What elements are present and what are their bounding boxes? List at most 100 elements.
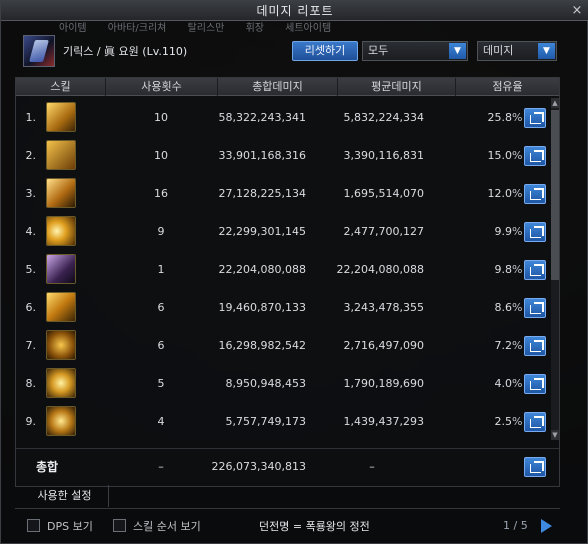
share-icon[interactable]: [524, 412, 546, 432]
col-share[interactable]: 점유율: [456, 78, 559, 96]
dps-checkbox[interactable]: [27, 519, 40, 532]
total-damage: 22,299,301,145: [218, 225, 306, 238]
percent-sign: %: [512, 187, 523, 200]
table-row: 6. 6 19,460,870,133 3,243,478,355 8.6%: [16, 289, 549, 327]
table-row: 9. 4 5,757,749,173 1,439,437,293 2.5%: [16, 403, 549, 441]
percent-sign: %: [512, 339, 523, 352]
total-average: –: [369, 460, 375, 473]
damage-report-window: 데미지 리포트 × 아이템 아바타/크리쳐 탈리스만 휘장 세트아이템 기릭스 …: [0, 0, 588, 544]
filter-select[interactable]: 모두 ▼: [362, 41, 468, 61]
scrollbar[interactable]: ▲ ▼: [551, 98, 559, 440]
share-percent: 15.0: [487, 149, 513, 162]
percent-sign: %: [512, 263, 523, 276]
ghost-tab: 아이템: [59, 23, 87, 34]
average-damage: 2,716,497,090: [343, 339, 424, 352]
use-count: 1: [157, 263, 165, 276]
row-index: 7.: [25, 339, 37, 352]
use-count: 4: [157, 415, 165, 428]
total-damage: 226,073,340,813: [211, 460, 306, 473]
window-title: 데미지 리포트: [256, 4, 334, 18]
skill-icon: [46, 102, 76, 132]
table-header: 스킬 사용횟수 총합데미지 평균데미지 점유율: [16, 78, 559, 96]
skill-icon: [46, 216, 76, 246]
skill-icon: [46, 292, 76, 322]
row-index: 5.: [25, 263, 37, 276]
share-icon[interactable]: [524, 146, 546, 166]
col-total[interactable]: 총합데미지: [218, 78, 338, 96]
chevron-down-icon[interactable]: ▼: [449, 43, 466, 59]
skill-icon: [46, 178, 76, 208]
average-damage: 2,477,700,127: [343, 225, 424, 238]
share-icon[interactable]: [524, 260, 546, 280]
title-bar[interactable]: 데미지 리포트 ×: [1, 1, 588, 21]
share-percent: 25.8: [487, 111, 513, 124]
total-damage: 19,460,870,133: [218, 301, 306, 314]
table-row: 4. 9 22,299,301,145 2,477,700,127 9.9%: [16, 213, 549, 251]
total-damage: 22,204,080,088: [218, 263, 306, 276]
average-damage: 1,695,514,070: [343, 187, 424, 200]
chevron-down-icon[interactable]: ▼: [538, 43, 555, 59]
col-average[interactable]: 평균데미지: [338, 78, 456, 96]
scroll-thumb[interactable]: [551, 110, 559, 280]
percent-sign: %: [512, 301, 523, 314]
use-count: 10: [154, 149, 168, 162]
row-index: 4.: [25, 225, 37, 238]
total-damage: 8,950,948,453: [225, 377, 306, 390]
table-row: 8. 5 8,950,948,453 1,790,189,690 4.0%: [16, 365, 549, 403]
reset-button[interactable]: 리셋하기: [292, 41, 358, 61]
share-percent: 4.0: [494, 377, 513, 390]
total-damage: 33,901,168,316: [218, 149, 306, 162]
ghost-tab: 휘장: [245, 23, 264, 34]
percent-sign: %: [512, 111, 523, 124]
use-count: 5: [157, 377, 165, 390]
share-icon[interactable]: [524, 374, 546, 394]
use-count: 10: [154, 111, 168, 124]
average-damage: 1,790,189,690: [343, 377, 424, 390]
share-percent: 7.2: [494, 339, 513, 352]
share-icon[interactable]: [524, 222, 546, 242]
use-count: 6: [157, 301, 165, 314]
average-damage: 1,439,437,293: [343, 415, 424, 428]
next-page-icon[interactable]: [541, 519, 552, 533]
skill-order-label: 스킬 순서 보기: [133, 520, 201, 533]
row-index: 1.: [25, 111, 37, 124]
skill-icon: [46, 330, 76, 360]
col-skill[interactable]: 스킬: [16, 78, 106, 96]
table-row: 3. 16 27,128,225,134 1,695,514,070 12.0%: [16, 175, 549, 213]
average-damage: 3,390,116,831: [343, 149, 424, 162]
tab-used-settings[interactable]: 사용한 설정: [21, 485, 109, 507]
skill-order-checkbox[interactable]: [113, 519, 126, 532]
percent-sign: %: [512, 225, 523, 238]
filter-value: 모두: [368, 44, 389, 57]
average-damage: 3,243,478,355: [343, 301, 424, 314]
row-index: 2.: [25, 149, 37, 162]
share-percent: 8.6: [494, 301, 513, 314]
share-icon[interactable]: [524, 336, 546, 356]
character-name: 기릭스 / 眞 요원 (Lv.110): [63, 45, 188, 58]
share-icon[interactable]: [524, 184, 546, 204]
page-indicator: 1 / 5: [503, 519, 528, 532]
scroll-up-icon[interactable]: ▲: [551, 98, 559, 108]
share-icon[interactable]: [524, 298, 546, 318]
use-count: 16: [154, 187, 168, 200]
ghost-tab: 세트아이템: [285, 23, 332, 34]
scroll-down-icon[interactable]: ▼: [551, 430, 559, 440]
table-row: 5. 1 22,204,080,088 22,204,080,088 9.8%: [16, 251, 549, 289]
total-row: 총합 – 226,073,340,813 –: [16, 448, 559, 484]
table-row: 2. 10 33,901,168,316 3,390,116,831 15.0%: [16, 137, 549, 175]
share-icon[interactable]: [524, 108, 546, 128]
percent-sign: %: [512, 377, 523, 390]
avatar: [23, 35, 55, 67]
share-percent: 2.5: [494, 415, 513, 428]
total-count: –: [158, 460, 164, 473]
ghost-tab: 아바타/크리쳐: [107, 23, 167, 34]
share-percent: 9.9: [494, 225, 513, 238]
average-damage: 5,832,224,334: [343, 111, 424, 124]
sort-select[interactable]: 데미지 ▼: [477, 41, 557, 61]
share-icon[interactable]: [524, 457, 546, 477]
percent-sign: %: [512, 415, 523, 428]
close-icon[interactable]: ×: [569, 3, 585, 19]
col-count[interactable]: 사용횟수: [106, 78, 218, 96]
dps-label: DPS 보기: [47, 520, 93, 533]
total-damage: 5,757,749,173: [225, 415, 306, 428]
